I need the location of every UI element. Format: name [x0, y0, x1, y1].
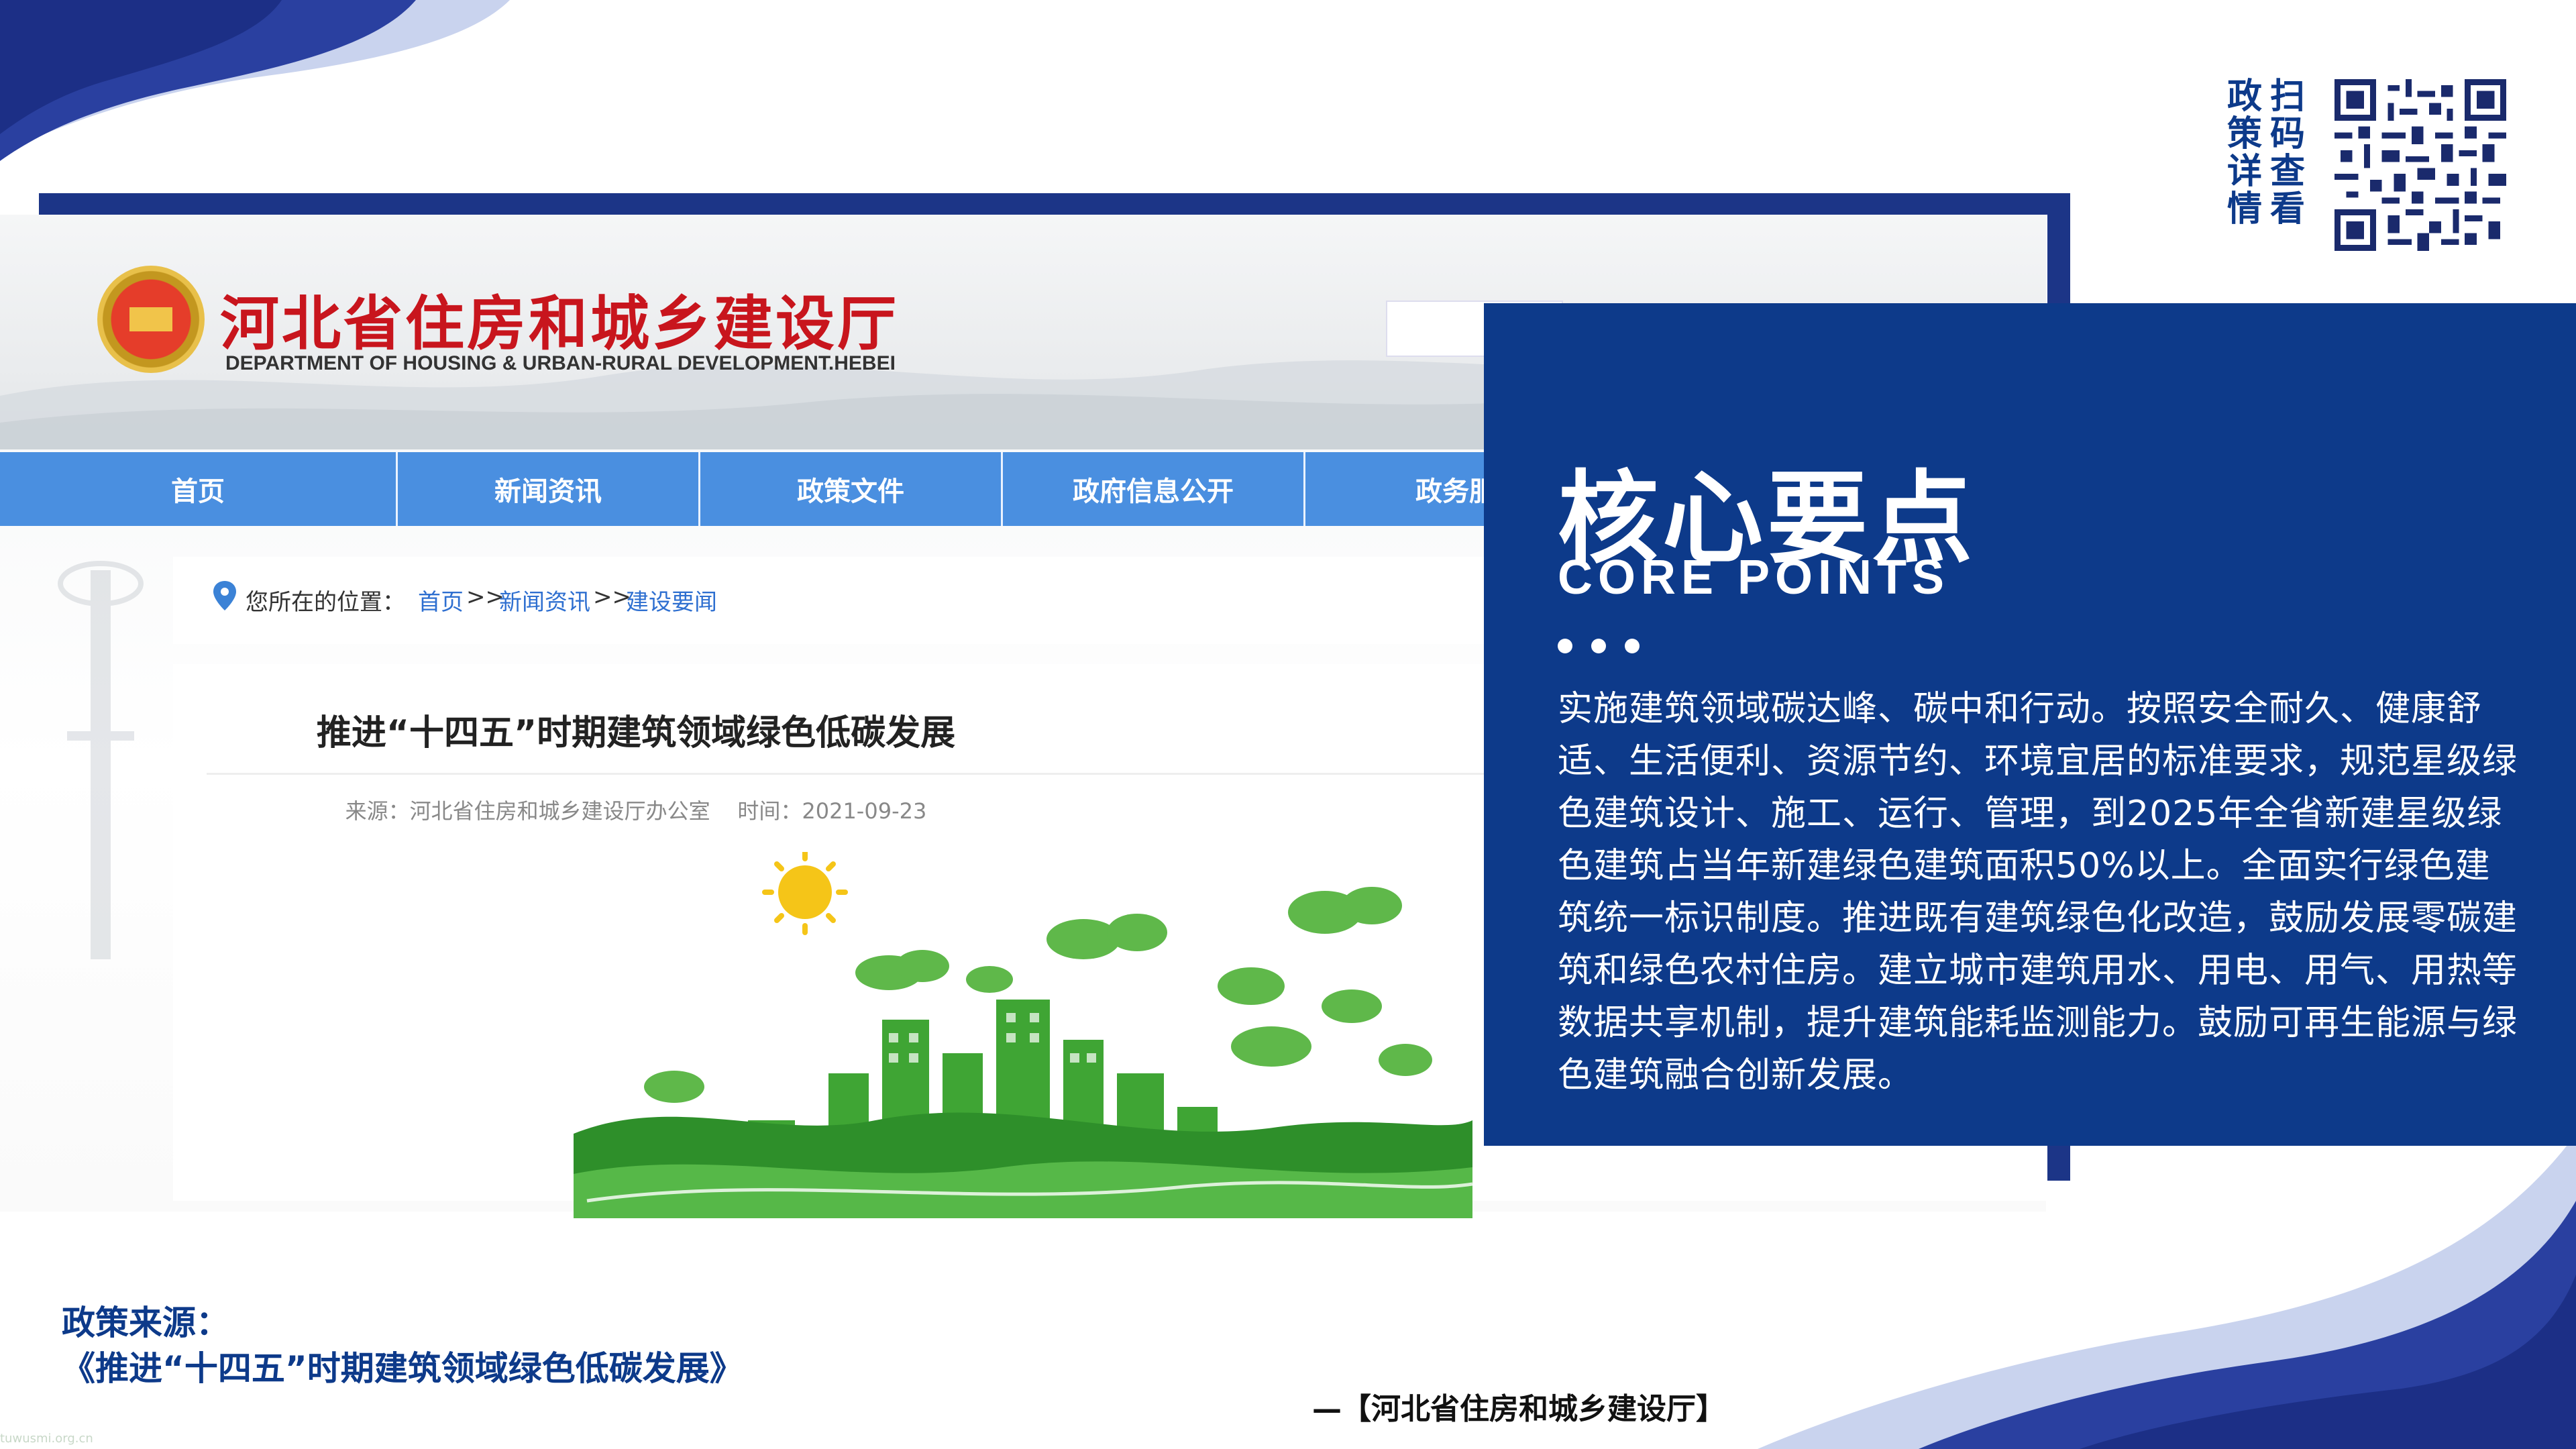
- nav-item-gov-info[interactable]: 政府信息公开: [1003, 452, 1305, 526]
- breadcrumb-link-news[interactable]: 新闻资讯: [499, 584, 590, 616]
- green-city-illustration: [574, 852, 1472, 1218]
- site-subtitle: DEPARTMENT OF HOUSING & URBAN-RURAL DEVE…: [225, 352, 896, 374]
- tower-sketch-decoration: [58, 561, 144, 959]
- core-points-panel: 核心要点 CORE POINTS 实施建筑领域碳达峰、碳中和行动。按照安全耐久、…: [1484, 303, 2576, 1146]
- dot-decoration: [1558, 639, 1572, 653]
- qr-caption-char: 情: [2227, 189, 2263, 229]
- qr-caption-col-1: 政 策 详 情: [2227, 78, 2267, 228]
- qr-code-icon[interactable]: [2334, 79, 2506, 251]
- policy-source-document: 《推进“十四五”时期建筑领域绿色低碳发展》: [62, 1349, 743, 1388]
- dot-decoration: [1591, 639, 1606, 653]
- qr-caption-char: 看: [2270, 189, 2306, 229]
- location-pin-icon: [213, 581, 236, 610]
- breadcrumb-label: 您所在的位置：: [246, 589, 405, 616]
- article-time: 时间：2021-09-23: [737, 798, 927, 824]
- qr-caption-char: 查: [2270, 152, 2306, 192]
- qr-caption-char: 政: [2227, 76, 2263, 117]
- article-source: 来源：河北省住房和城乡建设厅办公室: [345, 798, 710, 824]
- qr-caption-char: 详: [2227, 152, 2263, 192]
- dot-decoration: [1625, 639, 1640, 653]
- attribution: —【河北省住房和城乡建设厅】: [1312, 1392, 1725, 1426]
- qr-caption-col-2: 扫 码 查 看: [2270, 78, 2310, 228]
- policy-source-label: 政策来源：: [62, 1303, 229, 1342]
- nav-item-news[interactable]: 新闻资讯: [398, 452, 700, 526]
- article-meta: 来源：河北省住房和城乡建设厅办公室 时间：2021-09-23: [173, 794, 1099, 825]
- sun-icon: [762, 852, 848, 935]
- qr-caption-char: 码: [2270, 114, 2306, 154]
- qr-caption-char: 扫: [2270, 76, 2306, 117]
- site-title: 河北省住房和城乡建设厅: [220, 289, 900, 358]
- qr-caption: 政 策 详 情 扫 码 查 看: [2227, 78, 2310, 228]
- breadcrumb-link-current[interactable]: 建设要闻: [626, 584, 717, 616]
- qr-caption-char: 策: [2227, 114, 2263, 154]
- nav-item-home[interactable]: 首页: [0, 452, 398, 526]
- nav-item-policy[interactable]: 政策文件: [700, 452, 1003, 526]
- national-emblem-icon: [97, 266, 205, 373]
- screenshot-frame-top-bar: [39, 193, 2070, 215]
- core-points-subtitle: CORE POINTS: [1558, 551, 1950, 604]
- watermark-text: tuwusmi.org.cn: [0, 1432, 93, 1446]
- breadcrumb-link-home[interactable]: 首页: [418, 584, 464, 616]
- article-title: 推进“十四五”时期建筑领域绿色低碳发展: [316, 713, 956, 753]
- core-points-body: 实施建筑领域碳达峰、碳中和行动。按照安全耐久、健康舒适、生活便利、资源节约、环境…: [1558, 689, 2518, 1095]
